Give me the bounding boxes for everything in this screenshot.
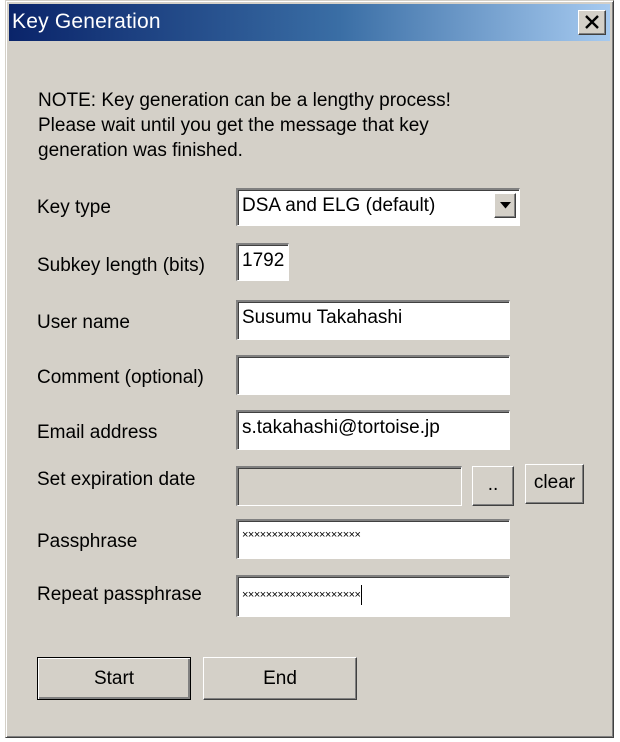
subkey-length-value: 1792 [242, 250, 285, 271]
start-button[interactable]: Start [37, 657, 191, 700]
chevron-down-icon [500, 202, 511, 209]
expiration-browse-button[interactable]: .. [472, 466, 514, 506]
user-name-label: User name [37, 312, 130, 333]
user-name-value: Susumu Takahashi [242, 307, 403, 328]
repeat-passphrase-value: ×××××××××××××××××××× [242, 588, 361, 601]
comment-input[interactable] [236, 355, 510, 395]
close-button[interactable] [578, 10, 606, 35]
key-type-dropdown-button[interactable] [494, 193, 516, 218]
expiration-clear-button[interactable]: clear [525, 464, 584, 504]
passphrase-input[interactable]: ×××××××××××××××××××× [236, 519, 510, 559]
user-name-input[interactable]: Susumu Takahashi [236, 300, 510, 340]
repeat-passphrase-label: Repeat passphrase [37, 584, 202, 605]
title-bar[interactable]: Key Generation [9, 4, 610, 41]
close-icon [585, 15, 599, 29]
email-value: s.takahashi@tortoise.jp [242, 417, 440, 438]
key-type-select[interactable]: DSA and ELG (default) [236, 188, 520, 226]
key-type-value: DSA and ELG (default) [242, 195, 436, 216]
expiration-label: Set expiration date [37, 469, 196, 490]
subkey-length-label: Subkey length (bits) [37, 255, 205, 276]
window-title: Key Generation [12, 10, 161, 33]
text-caret [361, 585, 363, 605]
repeat-passphrase-input[interactable]: ×××××××××××××××××××× [236, 575, 510, 617]
passphrase-label: Passphrase [37, 531, 138, 552]
note-text: NOTE: Key generation can be a lengthy pr… [38, 90, 451, 161]
email-label: Email address [37, 422, 158, 443]
key-generation-dialog: Key Generation NOTE: Key generation can … [5, 0, 614, 738]
subkey-length-input[interactable]: 1792 [236, 243, 289, 281]
email-input[interactable]: s.takahashi@tortoise.jp [236, 410, 510, 450]
key-type-label: Key type [37, 197, 111, 218]
end-button[interactable]: End [203, 657, 357, 700]
passphrase-value: ×××××××××××××××××××× [242, 529, 361, 541]
expiration-date-input [236, 466, 462, 506]
comment-label: Comment (optional) [37, 367, 204, 388]
